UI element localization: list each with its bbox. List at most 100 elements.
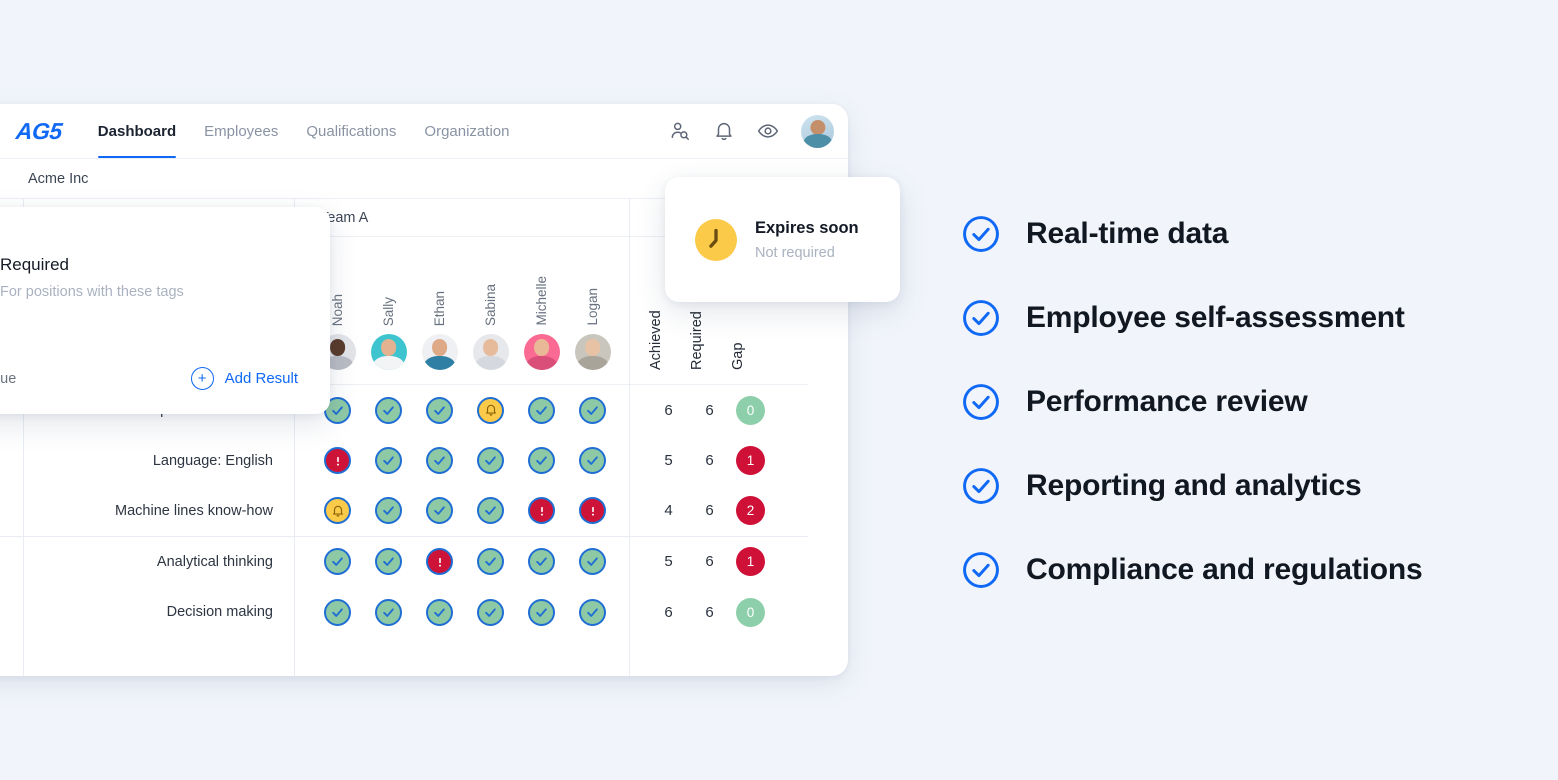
status-cell: [414, 497, 465, 525]
nav-tab-organization[interactable]: Organization: [424, 104, 509, 158]
status-badge: 0: [736, 395, 765, 425]
status-cell: [465, 598, 516, 626]
status-alert-icon[interactable]: [579, 497, 606, 525]
feature-list: Real-time data Employee self-assessment Pe…: [960, 213, 1423, 591]
status-row: [295, 486, 629, 537]
status-cell: [567, 548, 618, 576]
ag5-logo[interactable]: AG5: [15, 118, 64, 145]
clock-icon: [695, 218, 737, 261]
status-cell: [312, 447, 363, 475]
status-check-icon[interactable]: [426, 598, 453, 626]
stats-row: 5 6 1: [630, 436, 808, 487]
eye-icon[interactable]: [757, 120, 779, 142]
status-badge: 0: [736, 597, 765, 627]
feature-item-2: Employee self-assessment: [960, 297, 1423, 339]
status-cell: [567, 598, 618, 626]
required-popover: Required For positions with these tags S…: [0, 207, 330, 414]
tooltip-title: Expires soon: [755, 218, 859, 237]
status-alert-icon[interactable]: [324, 447, 351, 475]
required-footer: Shift | blue + Add Result: [0, 367, 298, 390]
person-header-ethan[interactable]: Ethan: [414, 291, 465, 384]
status-cell: [312, 497, 363, 525]
person-avatar[interactable]: [523, 334, 560, 370]
breadcrumb-company[interactable]: Acme Inc: [28, 171, 88, 187]
add-result-button[interactable]: + Add Result: [190, 367, 298, 390]
status-check-icon[interactable]: [528, 598, 555, 626]
check-circle-icon: [963, 300, 999, 336]
person-name: Sally: [381, 296, 396, 326]
status-cell: [516, 497, 567, 525]
status-check-icon[interactable]: [324, 548, 351, 576]
add-result-label: Add Result: [224, 370, 298, 387]
status-alert-icon[interactable]: [426, 548, 453, 576]
achieved-value: 5: [664, 553, 673, 571]
gap-cell: 1: [730, 547, 771, 577]
person-header-sabina[interactable]: Sabina: [465, 284, 516, 384]
status-check-icon[interactable]: [375, 497, 402, 525]
nav-tab-list: Dashboard Employees Qualifications Organ…: [97, 104, 509, 158]
status-check-icon[interactable]: [375, 548, 402, 576]
status-check-icon[interactable]: [324, 598, 351, 626]
nav-tab-dashboard[interactable]: Dashboard: [97, 104, 177, 158]
table-row[interactable]: Language: English: [24, 436, 294, 487]
status-row: [295, 385, 629, 436]
table-row[interactable]: Machine lines know-how: [24, 486, 294, 537]
table-row[interactable]: Analytical thinking: [24, 537, 294, 588]
status-check-icon[interactable]: [477, 548, 504, 576]
table-row[interactable]: Decision making: [24, 587, 294, 638]
person-avatar[interactable]: [574, 334, 611, 370]
status-row: [295, 436, 629, 487]
nav-tab-qualifications[interactable]: Qualifications: [306, 104, 396, 158]
person-avatar[interactable]: [421, 334, 458, 370]
bell-icon[interactable]: [713, 120, 735, 142]
feature-item-1: Real-time data: [960, 213, 1423, 255]
status-bell-icon[interactable]: [324, 497, 351, 525]
person-header-michelle[interactable]: Michelle: [516, 276, 567, 384]
status-badge: 1: [736, 547, 765, 577]
status-check-icon[interactable]: [528, 396, 555, 424]
person-header-logan[interactable]: Logan: [567, 288, 618, 384]
stats-row: 6 6 0: [630, 587, 808, 638]
feature-item-5: Compliance and regulations: [960, 549, 1423, 591]
status-cell: [465, 497, 516, 525]
status-check-icon[interactable]: [375, 598, 402, 626]
feature-label: Employee self-assessment: [1026, 301, 1405, 334]
person-avatar[interactable]: [472, 334, 509, 370]
stats-row: 6 6 0: [630, 385, 808, 436]
avatar[interactable]: [801, 114, 834, 148]
top-navigation-bar: AG5 Dashboard Employees Qualifications O…: [0, 104, 848, 159]
required-value: 6: [705, 502, 714, 520]
status-check-icon[interactable]: [579, 447, 606, 475]
status-check-icon[interactable]: [579, 548, 606, 576]
status-check-icon[interactable]: [375, 447, 402, 475]
gap-cell: 1: [730, 446, 771, 476]
status-check-icon[interactable]: [579, 598, 606, 626]
status-check-icon[interactable]: [477, 497, 504, 525]
status-check-icon[interactable]: [477, 447, 504, 475]
status-check-icon[interactable]: [375, 396, 402, 424]
feature-item-3: Performance review: [960, 381, 1423, 423]
status-check-icon[interactable]: [426, 497, 453, 525]
stats-row: 5 6 1: [630, 537, 808, 588]
status-cell: [312, 548, 363, 576]
check-circle-icon: [963, 216, 999, 252]
status-check-icon[interactable]: [528, 447, 555, 475]
status-cell: [312, 598, 363, 626]
status-bell-icon[interactable]: [477, 396, 504, 424]
status-row: [295, 537, 629, 588]
group-label-soft-skills: Soft skills: [0, 537, 23, 676]
user-search-icon[interactable]: [669, 120, 691, 142]
status-cell: [465, 396, 516, 424]
status-check-icon[interactable]: [477, 598, 504, 626]
nav-tab-employees[interactable]: Employees: [204, 104, 278, 158]
status-check-icon[interactable]: [579, 396, 606, 424]
stats-row: 4 6 2: [630, 486, 808, 537]
person-header-sally[interactable]: Sally: [363, 297, 414, 384]
required-subtitle: For positions with these tags: [0, 284, 184, 300]
status-check-icon[interactable]: [426, 447, 453, 475]
status-check-icon[interactable]: [528, 548, 555, 576]
achieved-value: 4: [664, 502, 673, 520]
person-avatar[interactable]: [370, 334, 407, 370]
status-check-icon[interactable]: [426, 396, 453, 424]
status-alert-icon[interactable]: [528, 497, 555, 525]
